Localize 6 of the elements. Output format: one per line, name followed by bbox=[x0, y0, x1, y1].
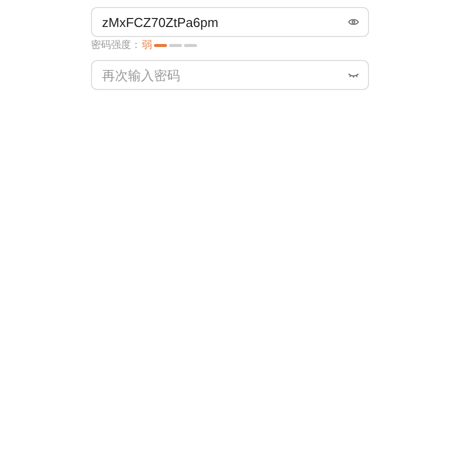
password-field[interactable]: zMxFCZ70ZtPa6pm bbox=[91, 7, 369, 37]
closed-eye-icon[interactable] bbox=[348, 72, 359, 78]
eye-icon[interactable] bbox=[348, 18, 359, 26]
password-field[interactable]: 再次输入密码 bbox=[91, 60, 369, 90]
strength-label: 密码强度： bbox=[91, 38, 141, 52]
strength-rating: 弱 bbox=[142, 38, 152, 52]
